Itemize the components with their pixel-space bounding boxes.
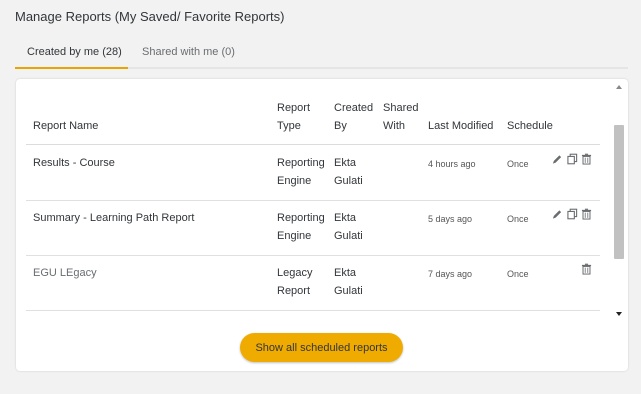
header-shared-with-line1[interactable]: Shared	[383, 99, 418, 117]
schedule: Once	[507, 269, 529, 279]
schedule: Once	[507, 159, 529, 169]
trash-icon[interactable]	[581, 208, 592, 220]
scroll-down-arrow-icon[interactable]	[616, 312, 622, 316]
last-modified: 5 days ago	[428, 214, 473, 224]
page-title: Manage Reports (My Saved/ Favorite Repor…	[15, 9, 285, 24]
last-modified: 4 hours ago	[428, 159, 476, 169]
report-type-line2: Engine	[277, 175, 312, 187]
header-created-by-line1[interactable]: Created	[334, 99, 373, 117]
tab-shared-with-me[interactable]: Shared with me (0)	[142, 46, 235, 58]
show-all-scheduled-reports-button[interactable]: Show all scheduled reports	[240, 333, 403, 362]
scroll-up-arrow-icon[interactable]	[616, 85, 622, 89]
report-type-line2: Report	[277, 285, 311, 297]
row-actions	[552, 153, 600, 167]
report-type-line1: Legacy	[277, 267, 313, 279]
table-row[interactable]	[26, 310, 600, 319]
trash-icon[interactable]	[581, 263, 592, 275]
scrollbar-thumb[interactable]	[614, 125, 624, 259]
tab-bar: Created by me (28) Shared with me (0)	[15, 36, 628, 69]
active-tab-indicator	[15, 67, 128, 69]
copy-icon[interactable]	[567, 208, 578, 220]
created-by-line2: Gulati	[334, 230, 363, 242]
header-created-by-line2[interactable]: By	[334, 117, 347, 135]
trash-icon[interactable]	[581, 153, 592, 165]
created-by-line2: Gulati	[334, 285, 363, 297]
report-name[interactable]: EGU LEgacy	[33, 264, 97, 282]
created-by-line1: Ekta	[334, 267, 357, 279]
copy-icon[interactable]	[567, 153, 578, 165]
table-row[interactable]: Summary - Learning Path Report Reporting…	[26, 200, 600, 256]
header-last-modified[interactable]: Last Modified	[428, 117, 493, 135]
report-type-line1: Reporting	[277, 212, 325, 224]
table-row[interactable]: Results - Course Reporting Engine Ekta G…	[26, 145, 600, 201]
pencil-icon[interactable]	[552, 153, 563, 165]
vertical-scrollbar[interactable]	[613, 79, 627, 324]
row-actions	[552, 208, 600, 222]
last-modified: 7 days ago	[428, 269, 473, 279]
report-name[interactable]: Summary - Learning Path Report	[33, 209, 194, 227]
created-by-line2: Gulati	[334, 175, 363, 187]
row-actions	[552, 263, 600, 277]
header-shared-with-line2[interactable]: With	[383, 117, 405, 135]
report-type-line2: Engine	[277, 230, 312, 242]
report-type-line1: Reporting	[277, 157, 325, 169]
reports-card: Report Name Report Type Created By Share…	[16, 79, 628, 371]
header-report-name[interactable]: Report Name	[33, 117, 98, 135]
created-by-line1: Ekta	[334, 157, 357, 169]
created-by-line1: Ekta	[334, 212, 357, 224]
header-report-type-line1[interactable]: Report	[277, 99, 310, 117]
report-name[interactable]: Results - Course	[33, 154, 115, 172]
pencil-icon[interactable]	[552, 208, 563, 220]
header-report-type-line2[interactable]: Type	[277, 117, 301, 135]
header-schedule[interactable]: Schedule	[507, 117, 553, 135]
reports-table: Report Name Report Type Created By Share…	[26, 79, 600, 319]
table-row[interactable]: EGU LEgacy Legacy Report Ekta Gulati 7 d…	[26, 255, 600, 311]
tab-created-by-me[interactable]: Created by me (28)	[27, 46, 122, 58]
schedule: Once	[507, 214, 529, 224]
